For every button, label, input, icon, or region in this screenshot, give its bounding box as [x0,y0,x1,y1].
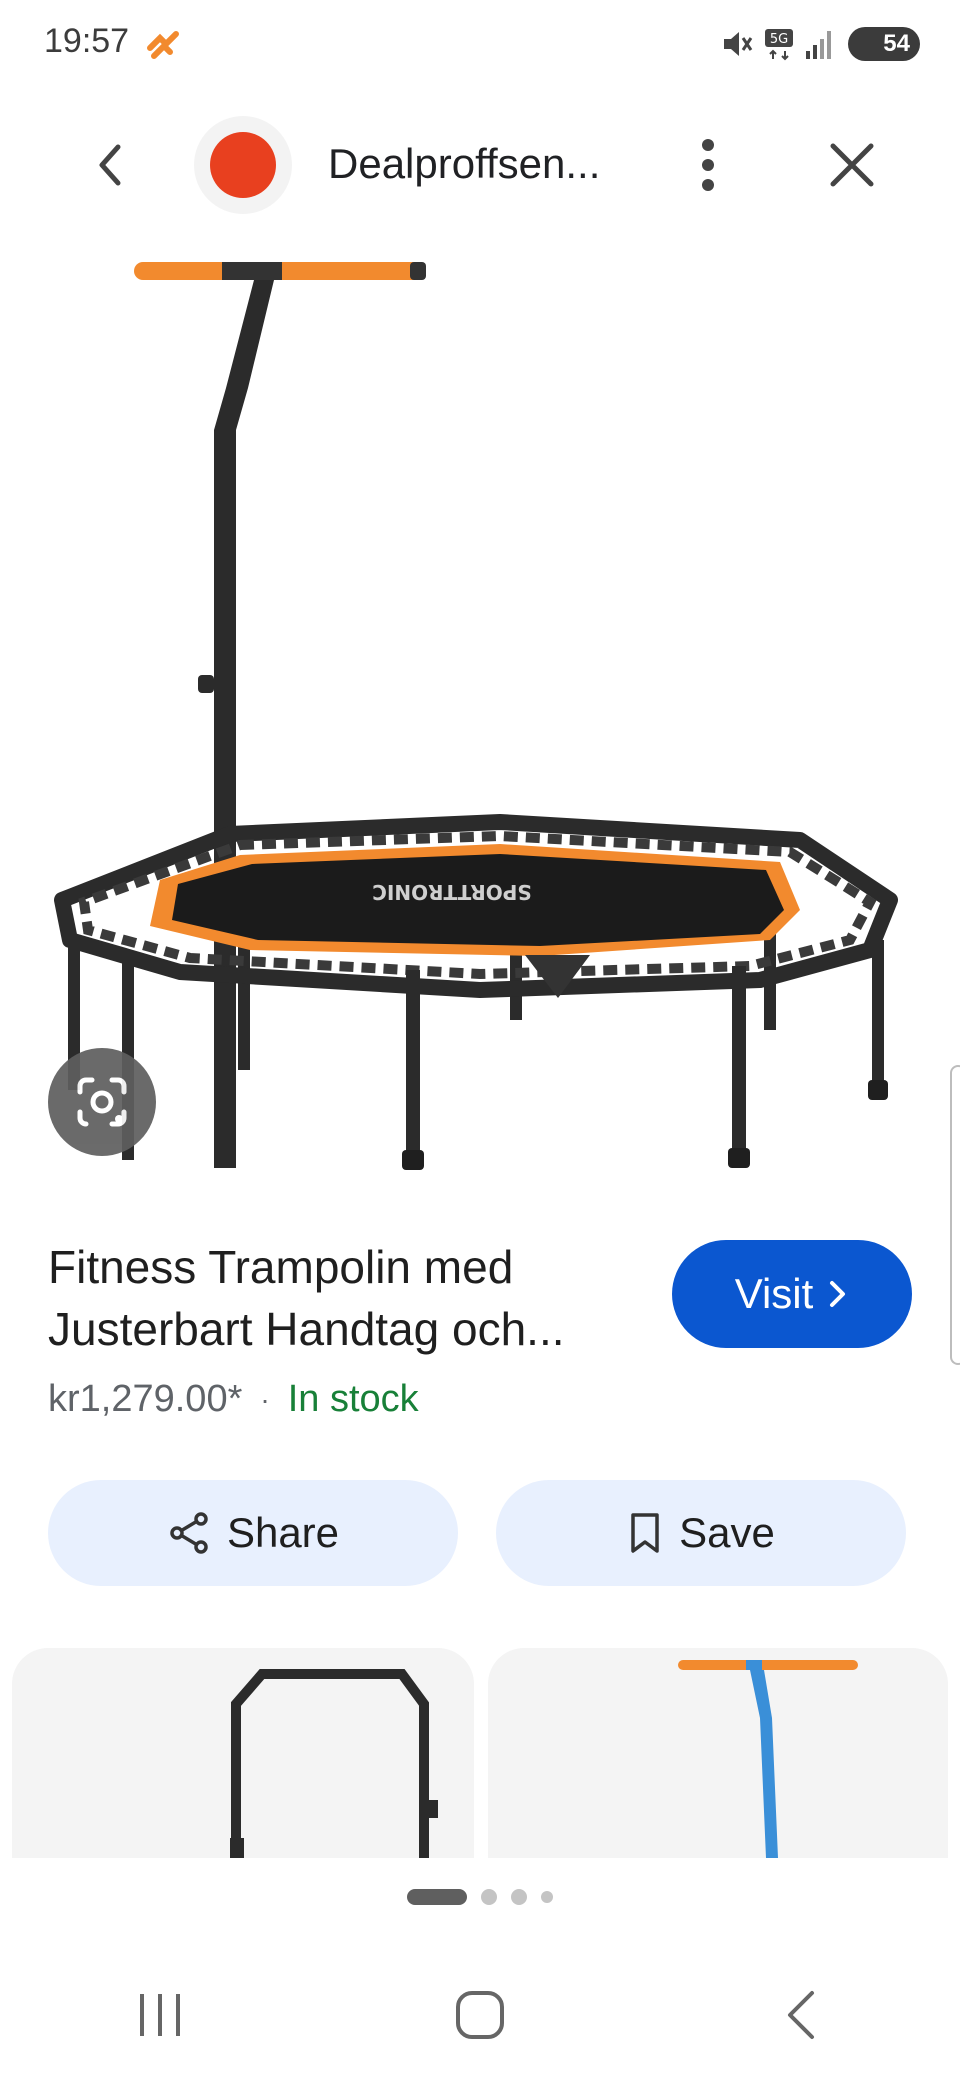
save-label: Save [679,1509,775,1556]
bookmark-icon [631,1513,659,1553]
brand-print: SPORTTRONIC [372,880,532,904]
page-dot[interactable] [481,1889,497,1905]
scroll-indicator[interactable] [950,1065,960,1365]
status-bar: 19:57 5G 54 [0,0,960,90]
share-icon [170,1512,208,1554]
network-5g-icon: 5G [765,29,793,61]
status-icons: 5G 54 [720,24,920,64]
product-price: kr1,279.00* [48,1378,243,1420]
related-product-image [678,1660,858,1858]
close-icon [830,143,874,187]
mute-icon [724,32,753,56]
pagination-dots [0,1880,960,1914]
save-button[interactable]: Save [496,1480,906,1586]
more-options-button[interactable] [668,125,748,205]
status-time: 19:57 [44,22,130,60]
site-name[interactable]: Dealproffsen... [328,140,628,188]
share-label: Share [226,1509,340,1556]
visit-button[interactable]: Visit [672,1240,912,1348]
page-dot[interactable] [541,1891,553,1903]
product-image[interactable]: SPORTTRONIC [0,250,960,1180]
home-button[interactable] [420,1965,540,2065]
product-title-line2[interactable]: Justerbart Handtag och... [48,1302,565,1356]
google-lens-button[interactable] [48,1048,156,1156]
nav-back-icon [788,1991,814,2039]
nav-back-button[interactable] [740,1965,860,2065]
svg-text:5G: 5G [770,32,788,47]
related-product-card[interactable] [12,1648,474,1858]
google-lens-icon [77,1077,127,1127]
related-product-card[interactable] [488,1648,948,1858]
battery-indicator: 54 [848,27,920,61]
recents-button[interactable] [100,1965,220,2065]
signal-icon [806,31,831,59]
close-button[interactable] [812,125,892,205]
app-notification-icon [147,31,179,59]
recents-icon [140,1994,180,2036]
visit-label: Visit [734,1270,814,1317]
battery-level: 54 [883,30,910,57]
system-nav-bar [0,1950,960,2080]
product-title-line1[interactable]: Fitness Trampolin med [48,1240,513,1294]
page-dot-active[interactable] [407,1889,467,1905]
price-row: kr1,279.00* · In stock [48,1378,419,1421]
chevron-right-icon [830,1281,846,1307]
share-button[interactable]: Share [48,1480,458,1586]
site-logo-mark [210,132,276,198]
back-button[interactable] [70,125,150,205]
related-product-image [230,1669,438,1858]
separator-dot: · [260,1383,270,1415]
back-icon [99,144,121,186]
more-vert-icon [702,139,714,191]
stock-status: In stock [287,1378,419,1420]
page-dot[interactable] [511,1889,527,1905]
home-icon [456,1991,504,2039]
site-logo[interactable] [194,116,292,214]
